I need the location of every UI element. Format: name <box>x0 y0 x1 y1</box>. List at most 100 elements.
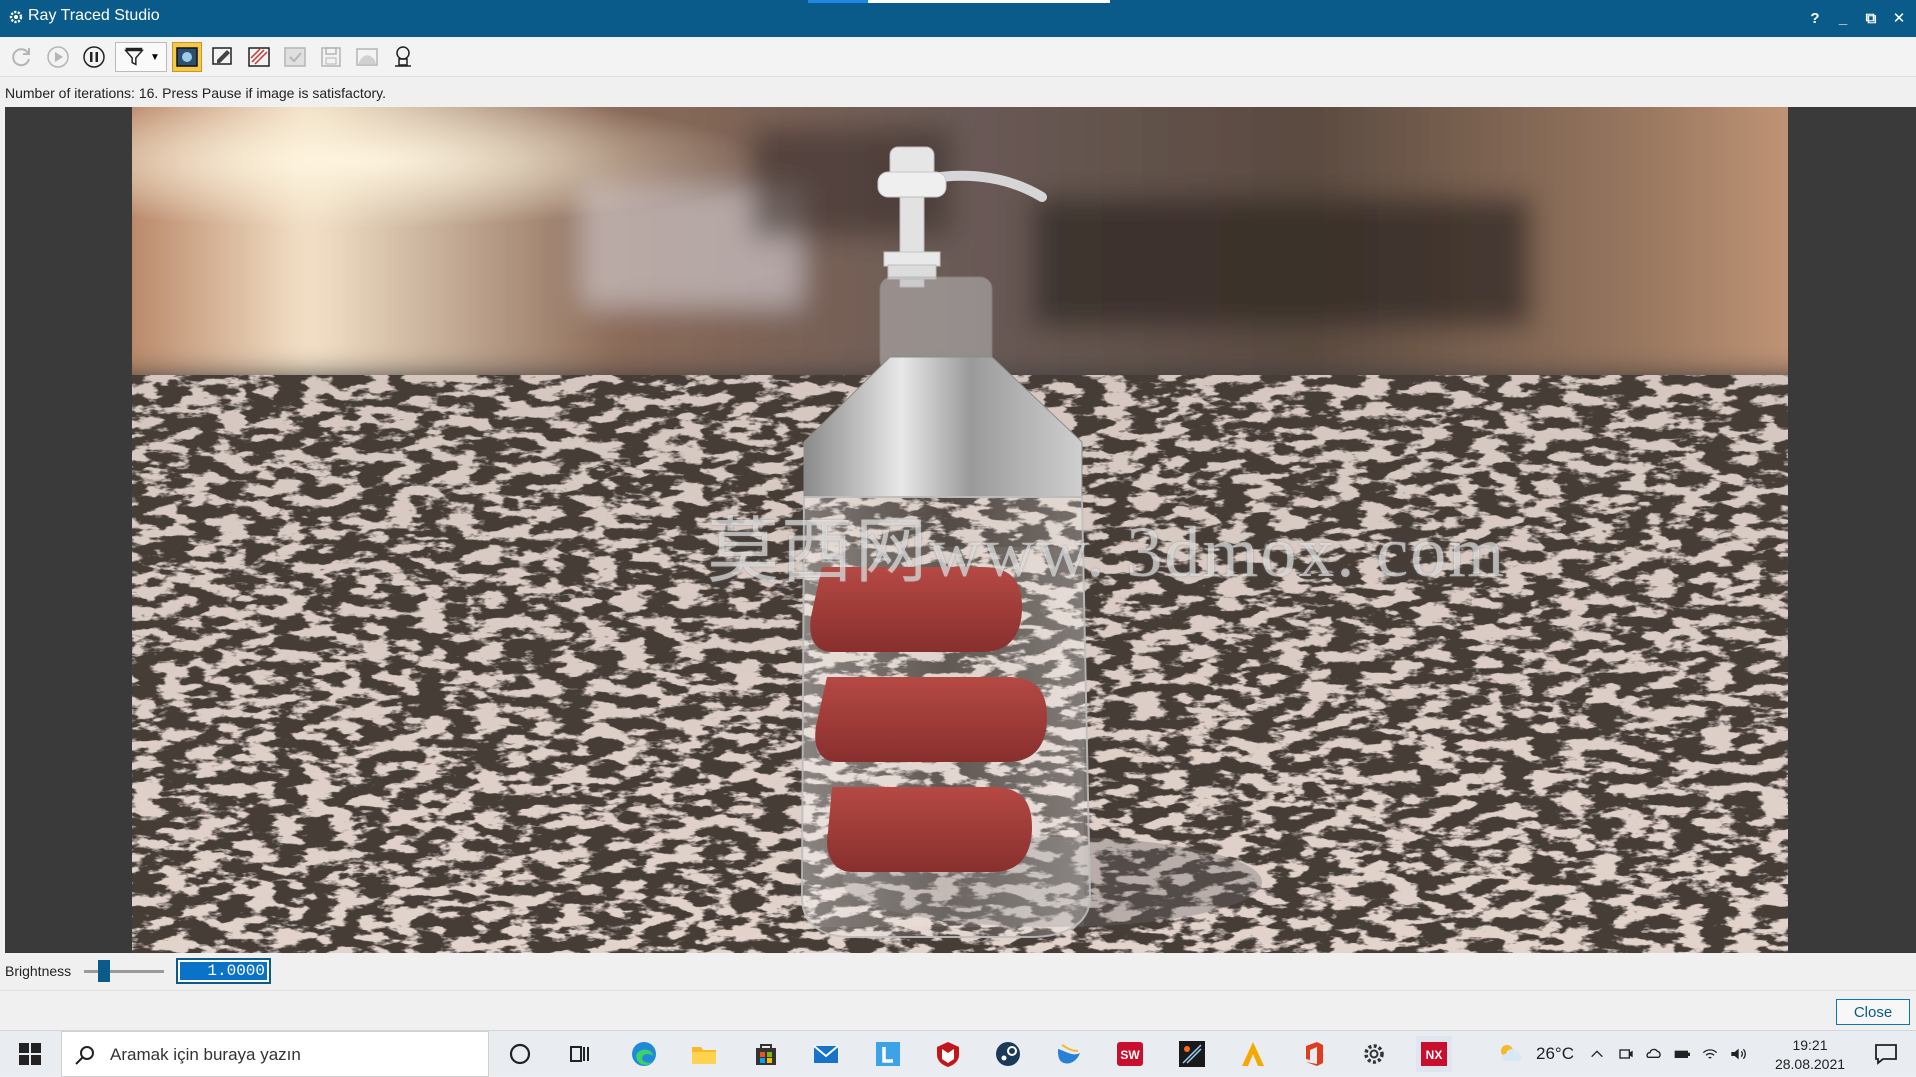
restore-button[interactable]: ⧉ <box>1858 4 1884 32</box>
title-progress-strip <box>808 0 1110 3</box>
image-window-icon <box>176 47 198 67</box>
shading-button[interactable] <box>244 42 274 72</box>
weather-cloud-sun-icon <box>1501 1045 1522 1061</box>
solidworks-button[interactable]: SW <box>1112 1036 1148 1072</box>
filter-icon <box>124 47 144 66</box>
office-icon <box>1306 1042 1323 1066</box>
taskbar-search[interactable]: Aramak için buraya yazın <box>61 1031 489 1077</box>
watermark-text: 莫西网www. 3dmox. com <box>707 512 1507 592</box>
refresh-icon <box>12 48 30 67</box>
clock-time: 19:21 <box>1792 1037 1828 1053</box>
edit-scene-icon <box>212 47 232 65</box>
camera-icon <box>1619 1049 1633 1059</box>
pause-button[interactable] <box>79 42 109 72</box>
close-button[interactable]: Close <box>1836 999 1910 1025</box>
solidworks-icon: SW <box>1117 1042 1143 1066</box>
shading-icon <box>248 47 270 67</box>
apply-button[interactable] <box>280 42 310 72</box>
settings-button[interactable] <box>1356 1036 1392 1072</box>
steam-button[interactable] <box>990 1036 1026 1072</box>
steam-icon <box>996 1042 1020 1066</box>
cortana-button[interactable] <box>502 1036 538 1072</box>
task-view-button[interactable] <box>562 1036 598 1072</box>
teams-bird-button[interactable] <box>1051 1036 1087 1072</box>
weather-button[interactable] <box>1492 1036 1528 1072</box>
toolbar: ▼ <box>0 37 1916 77</box>
help-button[interactable]: ? <box>1802 4 1828 32</box>
brightness-slider-thumb[interactable] <box>97 960 110 982</box>
task-view-icon <box>570 1046 589 1062</box>
edge-button[interactable] <box>626 1036 662 1072</box>
ds-app-button[interactable] <box>1174 1036 1210 1072</box>
wifi-button[interactable] <box>1698 1036 1722 1072</box>
render-viewport: 莫西网www. 3dmox. com <box>5 107 1916 953</box>
weather-temperature[interactable]: 26°C <box>1536 1044 1574 1064</box>
status-text: Number of iterations: 16. Press Pause if… <box>5 85 387 101</box>
mcafee-button[interactable] <box>930 1036 966 1072</box>
brightness-row: Brightness 1.0000 <box>0 955 1916 987</box>
background-icon <box>356 48 378 66</box>
store-icon <box>756 1044 776 1065</box>
search-icon <box>75 1046 94 1065</box>
window-title: Ray Traced Studio <box>28 7 160 24</box>
close-window-button[interactable]: ✕ <box>1886 4 1912 32</box>
taskbar-clock[interactable]: 19:21 28.08.2021 <box>1770 1036 1850 1074</box>
cortana-icon <box>509 1043 531 1065</box>
nx-badge: NX <box>1426 1048 1443 1062</box>
play-button[interactable] <box>43 42 73 72</box>
nx-button[interactable]: NX <box>1416 1036 1452 1072</box>
mcafee-icon <box>937 1042 959 1067</box>
store-button[interactable] <box>748 1036 784 1072</box>
taskbar: Aramak için buraya yazın SW NX 26°C 19:2… <box>0 1030 1916 1077</box>
volume-button[interactable] <box>1726 1036 1750 1072</box>
meet-now-button[interactable] <box>1614 1036 1638 1072</box>
tray-overflow-button[interactable] <box>1585 1036 1609 1072</box>
image-window-button[interactable] <box>172 42 202 72</box>
nx-icon: NX <box>1421 1042 1447 1066</box>
cloud-sync-icon <box>1646 1048 1661 1058</box>
edge-icon <box>632 1042 656 1066</box>
filter-dropdown[interactable]: ▼ <box>115 42 167 72</box>
chevron-down-icon: ▼ <box>150 51 160 63</box>
settings-icon <box>1364 1044 1384 1064</box>
solidworks-badge: SW <box>1120 1048 1140 1062</box>
mail-button[interactable] <box>808 1036 844 1072</box>
mail-icon <box>813 1045 839 1063</box>
wifi-icon <box>1702 1049 1718 1059</box>
refresh-button[interactable] <box>7 42 37 72</box>
edit-scene-button[interactable] <box>208 42 238 72</box>
gear-icon <box>9 10 23 24</box>
onedrive-button[interactable] <box>1642 1036 1666 1072</box>
title-bar: Ray Traced Studio ? _ ⧉ ✕ <box>0 0 1916 37</box>
office-button[interactable] <box>1296 1036 1332 1072</box>
start-button[interactable] <box>0 1031 60 1077</box>
brightness-input[interactable]: 1.0000 <box>176 958 271 984</box>
play-icon <box>47 46 69 68</box>
battery-button[interactable] <box>1670 1036 1694 1072</box>
l-app-icon <box>876 1042 900 1066</box>
search-placeholder: Aramak için buraya yazın <box>110 1045 301 1064</box>
window-controls: ? _ ⧉ ✕ <box>1802 4 1912 32</box>
brightness-slider-track[interactable] <box>84 970 164 973</box>
altium-icon <box>1242 1042 1264 1066</box>
apply-icon <box>284 47 306 67</box>
background-button[interactable] <box>352 42 382 72</box>
file-explorer-icon <box>692 1047 716 1064</box>
file-explorer-button[interactable] <box>686 1036 722 1072</box>
l-app-button[interactable] <box>870 1036 906 1072</box>
clock-date: 28.08.2021 <box>1774 1056 1846 1072</box>
lighting-icon <box>395 46 411 67</box>
save-image-icon <box>321 47 341 67</box>
dialog-footer: Close <box>0 990 1916 1030</box>
notification-icon[interactable] <box>1874 1043 1898 1065</box>
ds-app-icon <box>1179 1041 1205 1067</box>
rendered-image: 莫西网www. 3dmox. com <box>132 107 1788 953</box>
speaker-icon <box>1731 1048 1746 1060</box>
save-image-button[interactable] <box>316 42 346 72</box>
altium-button[interactable] <box>1235 1036 1271 1072</box>
chevron-up-icon <box>1591 1050 1603 1058</box>
lighting-button[interactable] <box>388 42 418 72</box>
minimize-button[interactable]: _ <box>1830 4 1856 32</box>
brightness-value: 1.0000 <box>180 962 267 980</box>
pause-icon <box>83 46 105 68</box>
